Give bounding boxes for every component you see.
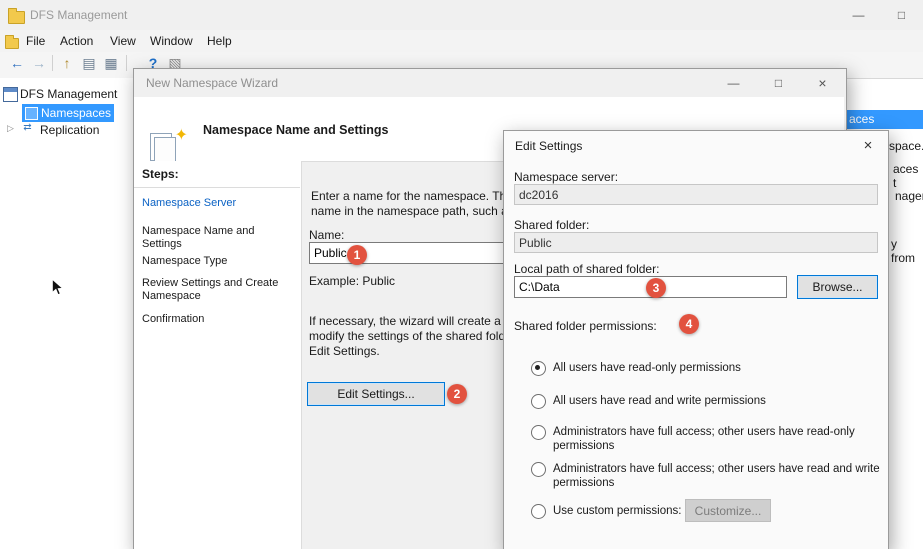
annotation-badge-4: 4	[679, 314, 699, 334]
wizard-titlebar: New Namespace Wizard — □ ×	[134, 69, 844, 97]
wizard-note-line1: If necessary, the wizard will create a s…	[309, 314, 528, 328]
tree-item-replication[interactable]: Replication	[40, 123, 99, 137]
menu-window[interactable]: Window	[150, 34, 193, 48]
radio-dot[interactable]	[531, 462, 546, 477]
replication-icon: ⇄	[21, 121, 34, 134]
annotation-badge-1: 1	[347, 245, 367, 265]
namespace-server-input	[514, 184, 878, 205]
tree-item-namespaces-label: Namespaces	[41, 106, 111, 120]
console-root-icon	[3, 87, 18, 102]
app-folder-icon	[8, 11, 25, 24]
example-text: Example: Public	[309, 274, 395, 288]
wizard-note-line2: modify the settings of the shared folder…	[309, 329, 528, 343]
radio-label: Administrators have full access; other u…	[553, 462, 887, 490]
wizard-minimize-button[interactable]: —	[711, 69, 756, 97]
wizard-intro-line2: name in the namespace path, such as \\	[311, 204, 524, 218]
forward-icon[interactable]: →	[30, 54, 48, 72]
step-review-settings[interactable]: Review Settings and Create Namespace	[142, 277, 294, 303]
wizard-intro-line1: Enter a name for the namespace. This na	[311, 189, 532, 203]
sparkle-icon: ✦	[175, 125, 188, 145]
radio-all-read-only[interactable]: All users have read-only permissions	[531, 361, 887, 376]
background-text-fragment: nagen	[895, 189, 923, 203]
edit-settings-title: Edit Settings	[515, 139, 582, 153]
annotation-badge-3: 3	[646, 278, 666, 298]
radio-dot[interactable]	[531, 504, 546, 519]
export-list-icon[interactable]: ▦	[102, 54, 120, 72]
radio-all-read-write[interactable]: All users have read and write permission…	[531, 394, 887, 409]
radio-admin-full-others-read[interactable]: Administrators have full access; other u…	[531, 425, 887, 453]
name-label: Name:	[309, 228, 344, 242]
radio-label: Administrators have full access; other u…	[553, 425, 887, 453]
wizard-title: New Namespace Wizard	[146, 76, 278, 90]
tree-root-item[interactable]: DFS Management	[20, 87, 117, 101]
screen: DFS Management — □ File Action View Wind…	[0, 0, 923, 549]
customize-button: Customize...	[685, 499, 771, 522]
console-tree: DFS Management Namespaces ▷ ⇄ Replicatio…	[0, 78, 134, 549]
background-text-fragment: aces t	[893, 162, 923, 190]
wizard-steps-panel: Steps: Namespace Server Namespace Name a…	[134, 161, 302, 549]
expand-chevron-icon[interactable]: ▷	[7, 123, 14, 134]
step-namespace-name-and-settings[interactable]: Namespace Name and Settings	[142, 225, 294, 251]
radio-label: Use custom permissions:	[553, 504, 693, 518]
mouse-cursor	[50, 278, 68, 296]
background-text-fragment: y from	[891, 237, 923, 265]
minimize-button[interactable]: —	[837, 0, 880, 30]
back-icon[interactable]: ←	[8, 54, 26, 72]
shared-folder-input	[514, 232, 878, 253]
radio-dot[interactable]	[531, 425, 546, 440]
radio-label: All users have read and write permission…	[553, 394, 887, 408]
toolbar-separator	[126, 55, 127, 71]
radio-dot[interactable]	[531, 394, 546, 409]
background-text-fragment: space...	[889, 139, 923, 153]
steps-header: Steps:	[134, 161, 300, 188]
wizard-heading: Namespace Name and Settings	[203, 123, 389, 137]
tree-item-namespaces[interactable]: Namespaces	[22, 104, 114, 122]
step-namespace-server[interactable]: Namespace Server	[142, 197, 294, 210]
menu-folder-icon	[5, 38, 19, 49]
wizard-note-line3: Edit Settings.	[309, 344, 380, 358]
menu-action[interactable]: Action	[60, 34, 93, 48]
menu-help[interactable]: Help	[207, 34, 232, 48]
wizard-maximize-button[interactable]: □	[756, 69, 801, 97]
browse-button[interactable]: Browse...	[797, 275, 878, 299]
window-title: DFS Management	[30, 8, 127, 22]
radio-dot[interactable]	[531, 361, 546, 376]
wizard-close-button[interactable]: ×	[801, 69, 844, 97]
background-selected-row[interactable]: aces	[845, 110, 923, 129]
edit-settings-dialog: Edit Settings × Namespace server: Shared…	[503, 130, 889, 549]
radio-custom-permissions[interactable]: Use custom permissions:	[531, 504, 693, 519]
radio-label: All users have read-only permissions	[553, 361, 887, 375]
menu-bar: File Action View Window Help	[0, 30, 923, 53]
menu-view[interactable]: View	[110, 34, 136, 48]
window-titlebar: DFS Management — □	[0, 0, 923, 30]
toolbar-separator	[52, 55, 53, 71]
shared-folder-label: Shared folder:	[514, 218, 589, 232]
annotation-badge-2: 2	[447, 384, 467, 404]
up-one-level-icon[interactable]: ↑	[58, 54, 76, 72]
edit-settings-close-button[interactable]: ×	[850, 131, 886, 161]
permissions-label: Shared folder permissions:	[514, 319, 657, 333]
radio-admin-full-others-read-write[interactable]: Administrators have full access; other u…	[531, 462, 887, 490]
maximize-button[interactable]: □	[880, 0, 923, 30]
namespaces-icon	[25, 107, 38, 120]
namespace-server-label: Namespace server:	[514, 170, 618, 184]
step-namespace-type[interactable]: Namespace Type	[142, 255, 294, 268]
edit-settings-button[interactable]: Edit Settings...	[307, 382, 445, 406]
local-path-label: Local path of shared folder:	[514, 262, 659, 276]
edit-settings-titlebar: Edit Settings ×	[504, 131, 886, 161]
step-confirmation[interactable]: Confirmation	[142, 313, 294, 326]
menu-file[interactable]: File	[26, 34, 45, 48]
steps-label: Steps:	[142, 167, 179, 181]
show-window-icon[interactable]: ▤	[80, 54, 98, 72]
